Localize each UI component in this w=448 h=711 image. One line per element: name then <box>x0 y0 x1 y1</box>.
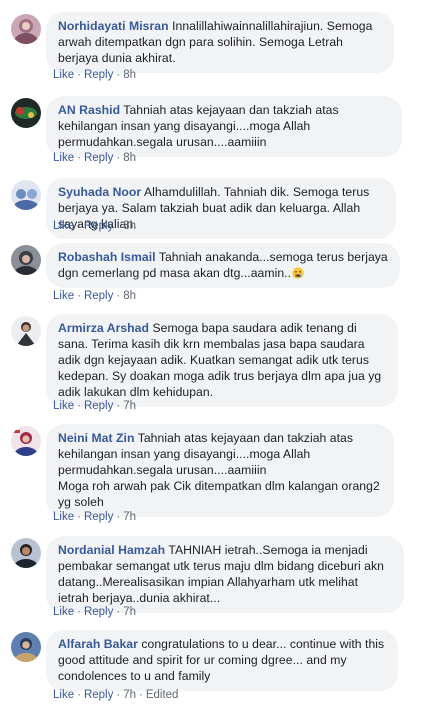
separator: · <box>77 220 81 232</box>
comment-bubble: Armirza Arshad Semoga bapa saudara adik … <box>46 314 398 407</box>
avatar[interactable] <box>11 245 41 275</box>
separator: · <box>77 290 81 302</box>
separator: · <box>139 689 143 701</box>
separator: · <box>116 152 121 164</box>
comment-timestamp[interactable]: 7h <box>123 689 136 701</box>
reply-button[interactable]: Reply <box>84 511 113 523</box>
separator: · <box>116 511 121 523</box>
comment-bubble: Nordanial Hamzah TAHNIAH ietrah..Semoga … <box>46 536 404 613</box>
comment-author[interactable]: Norhidayati Misran <box>58 19 169 33</box>
avatar[interactable] <box>11 98 41 128</box>
separator: · <box>77 400 81 412</box>
separator: · <box>116 400 121 412</box>
separator: · <box>116 606 121 618</box>
comment-actions: Like · Reply · 8h <box>53 290 136 302</box>
edited-label[interactable]: Edited <box>146 689 179 701</box>
comment-bubble: Norhidayati Misran Innalillahiwainnalill… <box>46 12 394 73</box>
comment-bubble: Alfarah Bakar congratulations to u dear.… <box>46 630 398 691</box>
like-button[interactable]: Like <box>53 220 74 232</box>
comment-actions: Like · Reply · 8h <box>53 152 136 164</box>
comment-timestamp[interactable]: 8h <box>123 290 136 302</box>
like-button[interactable]: Like <box>53 400 74 412</box>
separator: · <box>77 511 81 523</box>
comment-bubble: Robashah Ismail Tahniah anakanda...semog… <box>46 243 400 288</box>
reply-button[interactable]: Reply <box>84 220 113 232</box>
comment-text-continued: Moga roh arwah pak Cik ditempatkan dlm k… <box>58 479 380 509</box>
reply-button[interactable]: Reply <box>84 290 113 302</box>
avatar[interactable] <box>11 316 41 346</box>
like-button[interactable]: Like <box>53 152 74 164</box>
avatar[interactable] <box>11 14 41 44</box>
comment-list: Norhidayati Misran Innalillahiwainnalill… <box>0 0 448 711</box>
comment-timestamp[interactable]: 8h <box>123 69 136 81</box>
comment-bubble: Neini Mat Zin Tahniah atas kejayaan dan … <box>46 424 394 517</box>
comment-timestamp[interactable]: 8h <box>123 152 136 164</box>
comment-author[interactable]: AN Rashid <box>58 103 120 117</box>
like-button[interactable]: Like <box>53 69 74 81</box>
reply-button[interactable]: Reply <box>84 606 113 618</box>
comment-actions: Like · Reply · 7h <box>53 400 136 412</box>
comment-bubble: AN Rashid Tahniah atas kejayaan dan takz… <box>46 96 402 157</box>
comment-author[interactable]: Robashah Ismail <box>58 250 156 264</box>
crying-face-icon <box>292 267 304 279</box>
avatar[interactable] <box>11 538 41 568</box>
comment-actions: Like · Reply · 7h <box>53 606 136 618</box>
avatar[interactable] <box>11 426 41 456</box>
separator: · <box>77 689 81 701</box>
reply-button[interactable]: Reply <box>84 69 113 81</box>
comment-timestamp[interactable]: 7h <box>123 511 136 523</box>
like-button[interactable]: Like <box>53 290 74 302</box>
comment-actions: Like · Reply · 8h <box>53 69 136 81</box>
separator: · <box>116 689 121 701</box>
comment-author[interactable]: Armirza Arshad <box>58 321 149 335</box>
comment-author[interactable]: Alfarah Bakar <box>58 637 138 651</box>
avatar[interactable] <box>11 632 41 662</box>
like-button[interactable]: Like <box>53 689 74 701</box>
avatar[interactable] <box>11 180 41 210</box>
separator: · <box>77 606 81 618</box>
like-button[interactable]: Like <box>53 511 74 523</box>
comment-actions: Like · Reply · 7h <box>53 511 136 523</box>
separator: · <box>77 152 81 164</box>
reply-button[interactable]: Reply <box>84 152 113 164</box>
comment-author[interactable]: Nordanial Hamzah <box>58 543 165 557</box>
separator: · <box>116 220 121 232</box>
comment-timestamp[interactable]: 7h <box>123 606 136 618</box>
separator: · <box>77 69 81 81</box>
comment-actions: Like · Reply · 7h · Edited <box>53 689 178 701</box>
comment-author[interactable]: Syuhada Noor <box>58 185 141 199</box>
comment-timestamp[interactable]: 7h <box>123 400 136 412</box>
reply-button[interactable]: Reply <box>84 400 113 412</box>
comment-actions: Like · Reply · 8h <box>53 220 136 232</box>
reply-button[interactable]: Reply <box>84 689 113 701</box>
like-button[interactable]: Like <box>53 606 74 618</box>
separator: · <box>116 69 121 81</box>
comment-timestamp[interactable]: 8h <box>123 220 136 232</box>
separator: · <box>116 290 121 302</box>
comment-author[interactable]: Neini Mat Zin <box>58 431 134 445</box>
